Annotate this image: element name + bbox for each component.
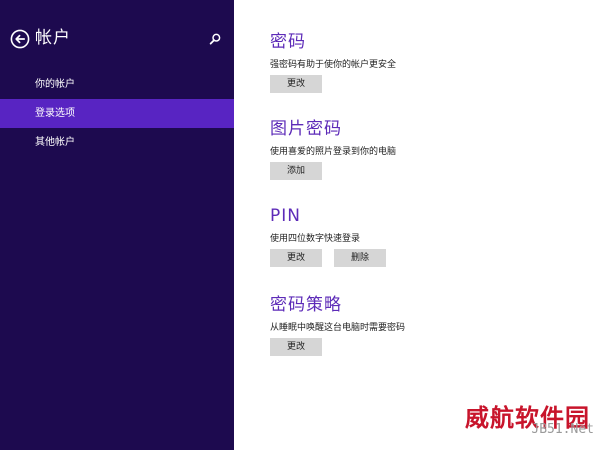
button-row: 更改 bbox=[270, 75, 570, 93]
change-pin-button[interactable]: 更改 bbox=[270, 249, 322, 267]
password-policy-section: 密码策略 从睡眠中唤醒这台电脑时需要密码 更改 bbox=[270, 294, 570, 356]
back-arrow-circle-icon bbox=[10, 29, 30, 49]
sidebar-item-other-accounts[interactable]: 其他帐户 bbox=[0, 128, 234, 157]
section-title: 密码策略 bbox=[270, 295, 342, 315]
section-description: 使用喜爱的照片登录到你的电脑 bbox=[270, 147, 397, 157]
section-description: 从睡眠中唤醒这台电脑时需要密码 bbox=[270, 323, 406, 333]
remove-pin-button[interactable]: 删除 bbox=[334, 249, 386, 267]
back-button[interactable] bbox=[10, 29, 30, 49]
watermark: 威航软件园 JB51.Net bbox=[448, 404, 594, 444]
change-password-button[interactable]: 更改 bbox=[270, 75, 322, 93]
settings-window: 帐户 你的帐户 登录选项 其他帐户 密码 强密码有助于使你的帐户更安全 更改 图… bbox=[0, 0, 600, 450]
sidebar-header: 帐户 bbox=[10, 28, 224, 53]
button-row: 更改 bbox=[270, 338, 570, 356]
change-password-policy-button[interactable]: 更改 bbox=[270, 338, 322, 356]
sidebar: 帐户 你的帐户 登录选项 其他帐户 bbox=[0, 0, 234, 450]
button-row: 添加 bbox=[270, 162, 570, 180]
sidebar-item-label: 其他帐户 bbox=[35, 137, 75, 148]
section-title: 图片密码 bbox=[270, 119, 342, 139]
button-row: 更改 删除 bbox=[270, 249, 570, 267]
section-description: 强密码有助于使你的帐户更安全 bbox=[270, 60, 397, 70]
add-picture-password-button[interactable]: 添加 bbox=[270, 162, 322, 180]
sidebar-item-your-account[interactable]: 你的帐户 bbox=[0, 70, 234, 99]
sidebar-item-sign-in-options[interactable]: 登录选项 bbox=[0, 99, 234, 128]
sidebar-nav: 你的帐户 登录选项 其他帐户 bbox=[0, 70, 234, 157]
page-title: 帐户 bbox=[35, 28, 71, 48]
main-content: 密码 强密码有助于使你的帐户更安全 更改 图片密码 使用喜爱的照片登录到你的电脑… bbox=[234, 0, 600, 450]
search-icon bbox=[208, 32, 222, 46]
section-description: 使用四位数字快速登录 bbox=[270, 234, 361, 244]
section-title: PIN bbox=[270, 206, 301, 226]
watermark-url: JB51.Net bbox=[531, 422, 594, 437]
sidebar-item-label: 你的帐户 bbox=[35, 79, 75, 90]
password-section: 密码 强密码有助于使你的帐户更安全 更改 bbox=[270, 31, 570, 93]
search-button[interactable] bbox=[208, 32, 222, 46]
pin-section: PIN 使用四位数字快速登录 更改 删除 bbox=[270, 205, 570, 267]
picture-password-section: 图片密码 使用喜爱的照片登录到你的电脑 添加 bbox=[270, 118, 570, 180]
section-title: 密码 bbox=[270, 32, 306, 52]
sidebar-item-label: 登录选项 bbox=[35, 108, 75, 119]
